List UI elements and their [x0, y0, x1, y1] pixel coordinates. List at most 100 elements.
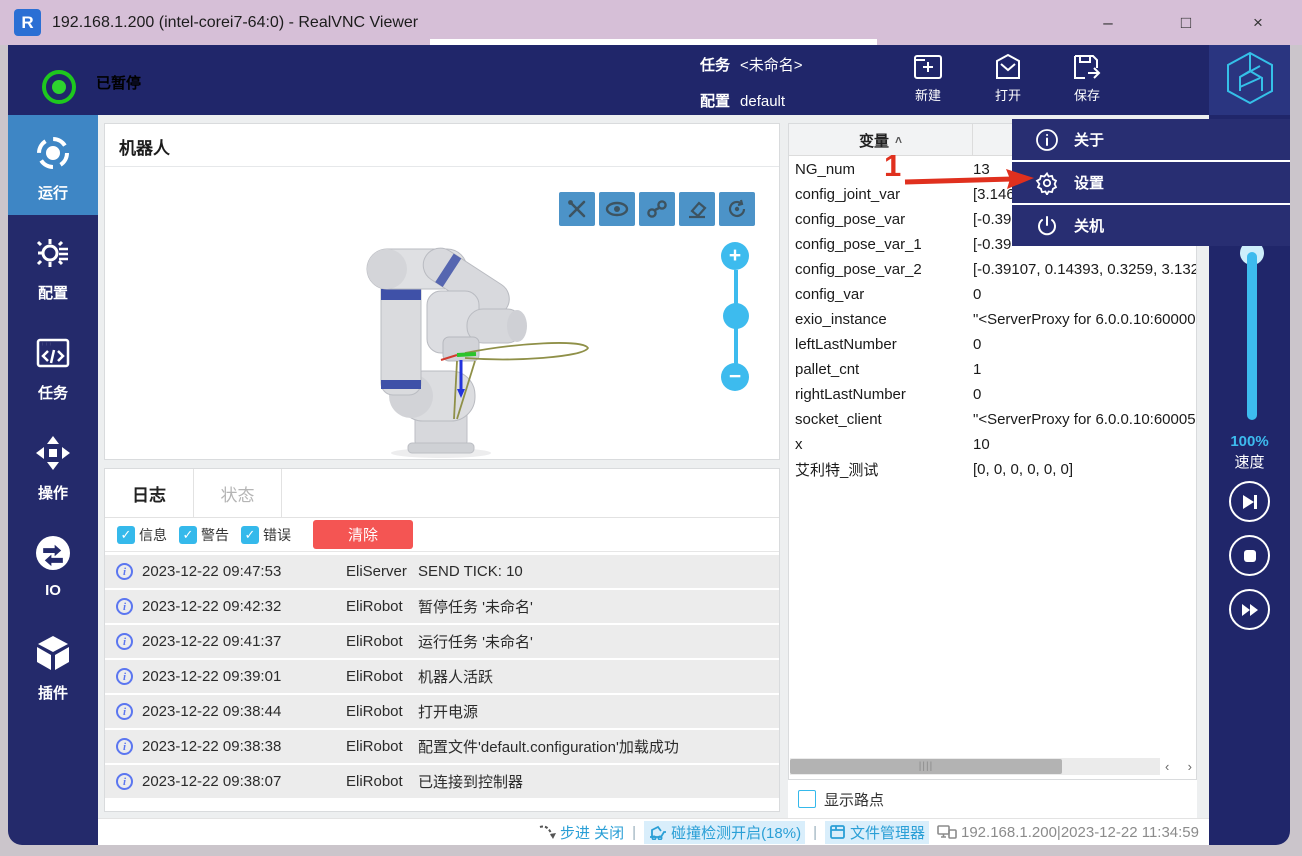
- log-filter-row: ✓ 信息 ✓ 警告 ✓ 错误 清除: [105, 518, 779, 552]
- collapse-chevron-icon[interactable]: ˄: [895, 133, 902, 147]
- log-row[interactable]: i 2023-12-22 09:38:38 EliRobot 配置文件'defa…: [105, 730, 779, 763]
- task-row: 任务<未命名>: [700, 54, 803, 75]
- robot-3d-view[interactable]: [105, 167, 779, 459]
- tab-status[interactable]: 状态: [194, 469, 282, 517]
- scroll-left-icon[interactable]: ‹: [1165, 759, 1169, 774]
- menu-item-about[interactable]: 关于: [1012, 119, 1290, 160]
- statusbar: 步进 关闭 | 碰撞检测开启(18%) | 文件管理器 192.168.1.20…: [98, 818, 1209, 845]
- sidebar-item-config[interactable]: 配置: [8, 215, 98, 315]
- info-circle-icon: i: [116, 633, 133, 650]
- sidebar-item-plugin[interactable]: 插件: [8, 615, 98, 715]
- menu-item-shutdown[interactable]: 关机: [1012, 205, 1290, 246]
- minimize-button[interactable]: –: [1080, 0, 1136, 45]
- variable-row[interactable]: rightLastNumber 0: [789, 382, 1196, 407]
- fast-forward-button[interactable]: [1229, 589, 1270, 630]
- menu-item-label: 关于: [1074, 129, 1104, 150]
- step-mode-toggle[interactable]: 步进 关闭: [538, 822, 624, 843]
- sidebar-item-task[interactable]: 任务: [8, 315, 98, 415]
- log-message: SEND TICK: 10: [418, 563, 523, 580]
- variable-value: "<ServerProxy for 6.0.0.10:60000,: [973, 311, 1196, 328]
- filter-warn-checkbox[interactable]: ✓: [179, 526, 197, 544]
- h-scrollbar-thumb[interactable]: ||||: [790, 759, 1062, 774]
- log-row[interactable]: i 2023-12-22 09:47:53 EliServer SEND TIC…: [105, 555, 779, 588]
- speed-slider-track[interactable]: [1247, 252, 1257, 420]
- file-manager-icon: [829, 824, 846, 840]
- variable-row[interactable]: config_pose_var_2 [-0.39107, 0.14393, 0.…: [789, 257, 1196, 282]
- sidebar-item-run[interactable]: 运行: [8, 115, 98, 215]
- eraser-icon: [685, 198, 709, 220]
- menu-item-settings[interactable]: 设置: [1012, 162, 1290, 203]
- scroll-right-icon[interactable]: ›: [1188, 759, 1192, 774]
- variable-name: rightLastNumber: [795, 386, 973, 403]
- path-button[interactable]: [639, 192, 675, 226]
- sidebar-item-io[interactable]: IO: [8, 515, 98, 615]
- fast-forward-icon: [1240, 602, 1260, 618]
- new-task-button[interactable]: 新建: [896, 52, 960, 104]
- speed-percent: 100%: [1209, 433, 1290, 450]
- brand-menu-button[interactable]: [1209, 45, 1290, 115]
- log-source: EliRobot: [346, 773, 418, 790]
- log-message: 打开电源: [418, 701, 478, 722]
- reset-view-button[interactable]: [719, 192, 755, 226]
- eraser-button[interactable]: [679, 192, 715, 226]
- log-list: i 2023-12-22 09:47:53 EliServer SEND TIC…: [105, 553, 779, 798]
- stop-button[interactable]: [1229, 535, 1270, 576]
- collision-icon: [648, 824, 667, 840]
- log-source: EliRobot: [346, 598, 418, 615]
- log-row[interactable]: i 2023-12-22 09:38:44 EliRobot 打开电源: [105, 695, 779, 728]
- variable-row[interactable]: x 10: [789, 432, 1196, 457]
- log-message: 已连接到控制器: [418, 771, 523, 792]
- variable-row[interactable]: 艾利特_测试 [0, 0, 0, 0, 0, 0]: [789, 457, 1196, 482]
- save-task-button[interactable]: 保存: [1055, 52, 1119, 104]
- info-circle-icon: i: [116, 563, 133, 580]
- collision-detect-toggle[interactable]: 碰撞检测开启(18%): [644, 821, 805, 844]
- variable-row[interactable]: config_var 0: [789, 282, 1196, 307]
- filter-info-checkbox[interactable]: ✓: [117, 526, 135, 544]
- variable-name: exio_instance: [795, 311, 973, 328]
- file-manager-button[interactable]: 文件管理器: [825, 821, 929, 844]
- zoom-in-button[interactable]: +: [721, 242, 749, 270]
- config-value: default: [740, 93, 785, 110]
- maximize-button[interactable]: □: [1158, 0, 1214, 45]
- log-row[interactable]: i 2023-12-22 09:41:37 EliRobot 运行任务 '未命名…: [105, 625, 779, 658]
- variable-name: 艾利特_测试: [795, 459, 973, 480]
- variable-name: config_pose_var_2: [795, 261, 973, 278]
- log-time: 2023-12-22 09:41:37: [142, 633, 318, 650]
- menu-item-label: 设置: [1074, 172, 1104, 193]
- screen: R 192.168.1.200 (intel-corei7-64:0) - Re…: [0, 0, 1302, 856]
- variable-value: 10: [973, 436, 990, 453]
- variable-row[interactable]: leftLastNumber 0: [789, 332, 1196, 357]
- menu-item-label: 关机: [1074, 215, 1104, 236]
- log-row[interactable]: i 2023-12-22 09:39:01 EliRobot 机器人活跃: [105, 660, 779, 693]
- zoom-slider-thumb[interactable]: [723, 303, 749, 329]
- clear-log-button[interactable]: 清除: [313, 520, 413, 549]
- show-waypoints-row: 显示路点: [788, 780, 1197, 818]
- zoom-out-button[interactable]: −: [721, 363, 749, 391]
- variable-name: config_var: [795, 286, 973, 303]
- variable-row[interactable]: pallet_cnt 1: [789, 357, 1196, 382]
- log-row[interactable]: i 2023-12-22 09:38:07 EliRobot 已连接到控制器: [105, 765, 779, 798]
- gear-icon: [1032, 171, 1062, 195]
- close-button[interactable]: ×: [1230, 0, 1286, 45]
- variable-row[interactable]: exio_instance "<ServerProxy for 6.0.0.10…: [789, 307, 1196, 332]
- step-next-button[interactable]: [1229, 481, 1270, 522]
- log-message: 运行任务 '未命名': [418, 631, 533, 652]
- log-time: 2023-12-22 09:38:44: [142, 703, 318, 720]
- show-waypoints-checkbox[interactable]: [798, 790, 816, 808]
- log-message: 机器人活跃: [418, 666, 493, 687]
- variable-value: 0: [973, 286, 981, 303]
- view-button[interactable]: [599, 192, 635, 226]
- annotation-arrow: [900, 166, 1035, 196]
- filter-error-checkbox[interactable]: ✓: [241, 526, 259, 544]
- tab-log[interactable]: 日志: [105, 469, 194, 517]
- stop-icon: [1242, 548, 1258, 564]
- variable-row[interactable]: socket_client "<ServerProxy for 6.0.0.10…: [789, 407, 1196, 432]
- variable-value: [-0.39: [973, 236, 1011, 253]
- path-icon: [645, 198, 669, 220]
- log-time: 2023-12-22 09:38:38: [142, 738, 318, 755]
- log-row[interactable]: i 2023-12-22 09:42:32 EliRobot 暂停任务 '未命名…: [105, 590, 779, 623]
- open-task-button[interactable]: 打开: [976, 52, 1040, 104]
- sidebar-item-operate[interactable]: 操作: [8, 415, 98, 515]
- connection-status[interactable]: 192.168.1.200|2023-12-22 11:34:59: [937, 824, 1199, 841]
- tools-button[interactable]: [559, 192, 595, 226]
